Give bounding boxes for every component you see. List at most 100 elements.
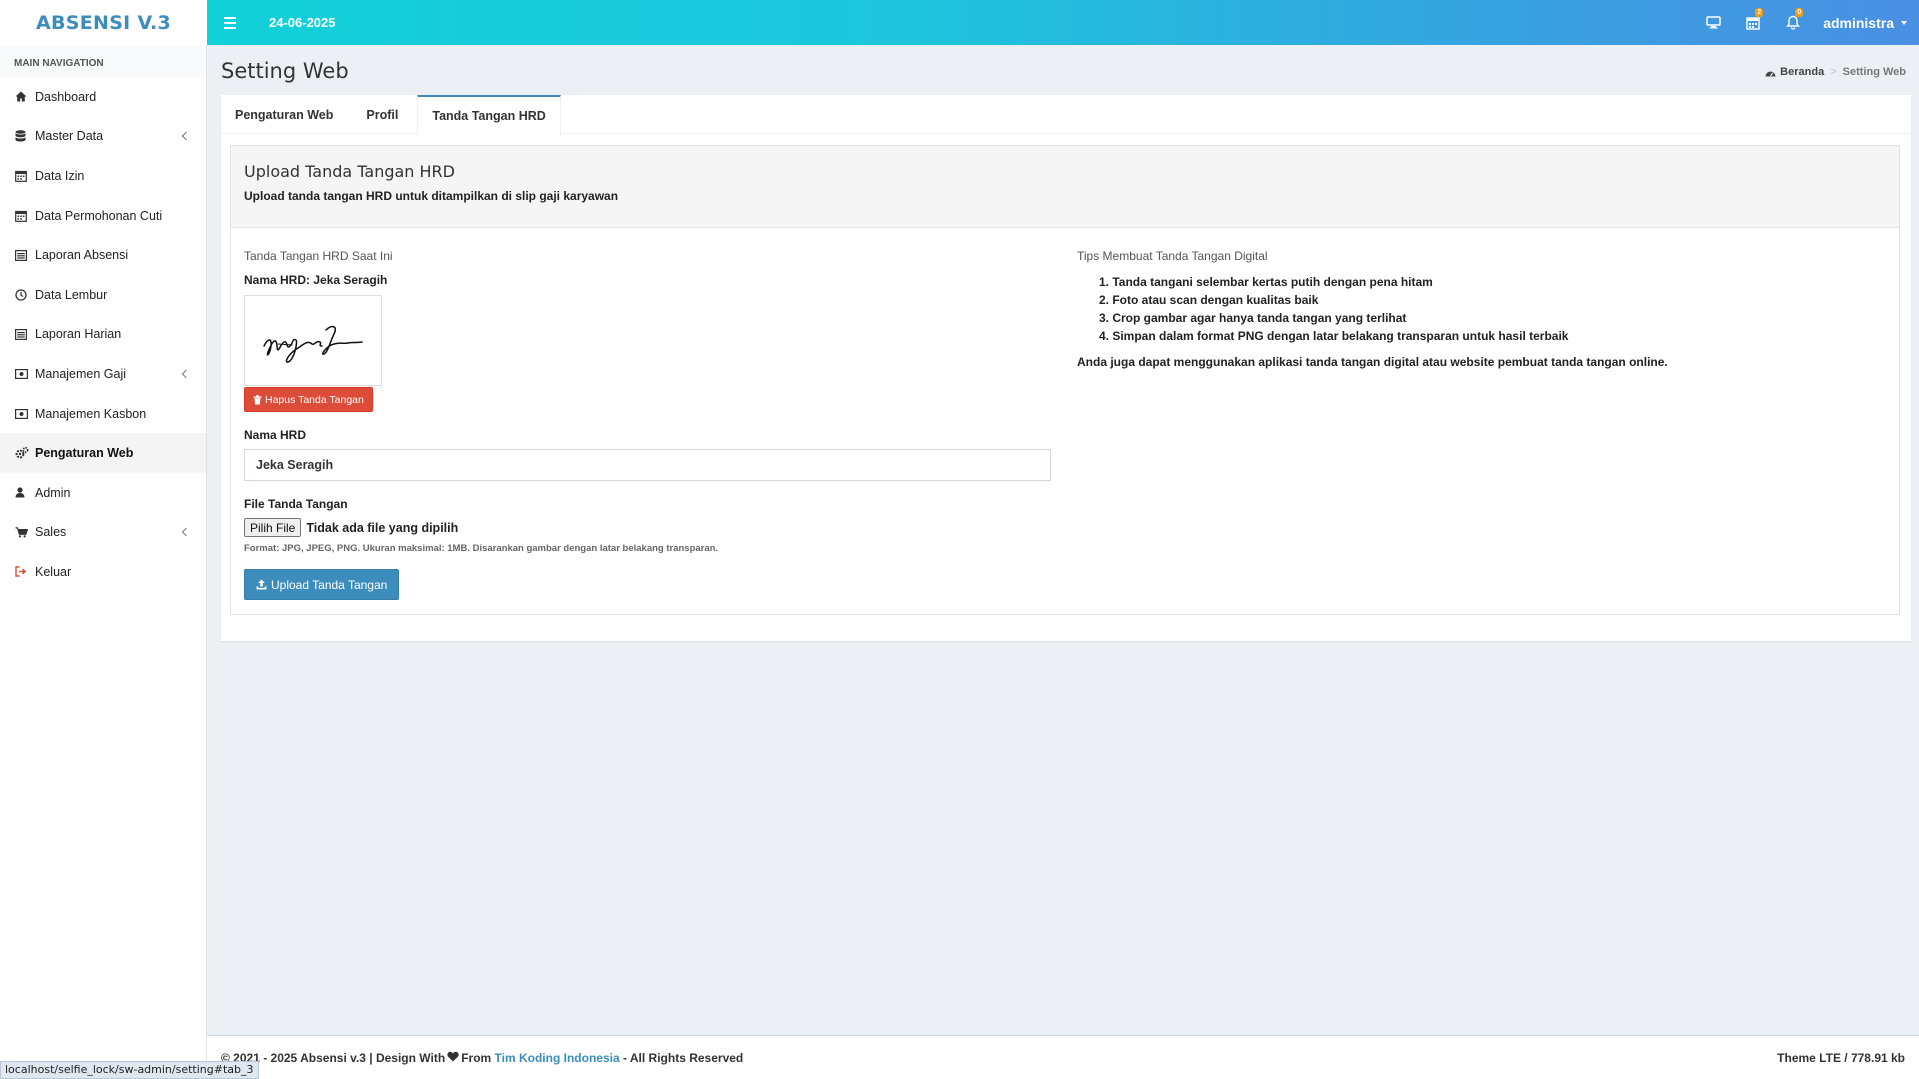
user-icon [15,487,35,498]
sidebar-item-label: Laporan Absensi [35,248,129,263]
breadcrumb-home-label: Beranda [1780,66,1825,78]
breadcrumb-separator: > [1830,66,1837,78]
sidebar: MAIN NAVIGATION Dashboard Master Data Da… [0,45,207,1079]
sidebar-toggle-icon[interactable] [211,0,249,45]
tips-title: Tips Membuat Tanda Tangan Digital [1077,249,1268,263]
footer-link[interactable]: Tim Koding Indonesia [495,1051,620,1065]
sidebar-item-admin[interactable]: Admin [0,473,206,513]
sidebar-item-keluar[interactable]: Keluar [0,552,206,592]
signature-form: Tanda Tangan HRD Saat Ini Nama HRD: Jeka… [244,249,1052,600]
list-item: 1. Tanda tangani selembar kertas putih d… [1099,275,1433,289]
caret-down-icon [1901,20,1907,25]
dashboard-icon [1765,71,1776,76]
clock-icon [15,289,35,301]
sidebar-item-data-izin[interactable]: Data Izin [0,156,206,196]
user-menu[interactable]: administra [1813,15,1919,31]
sidebar-item-data-permohonan-cuti[interactable]: Data Permohonan Cuti [0,196,206,236]
upload-signature-button[interactable]: Upload Tanda Tangan [244,569,400,600]
sidebar-item-label: Keluar [35,564,72,579]
signature-tips: Tips Membuat Tanda Tangan Digital 1. Tan… [1077,249,1877,369]
sidebar-item-data-lembur[interactable]: Data Lembur [0,275,206,315]
tab-pengaturan-web[interactable]: Pengaturan Web [221,95,347,134]
browser-status-url: localhost/selfie_lock/sw-admin/setting#t… [0,1061,259,1079]
hrd-name-field-label: Nama HRD [244,428,307,442]
sidebar-item-label: Sales [35,525,67,540]
sidebar-item-pengaturan-web[interactable]: Pengaturan Web [0,433,206,473]
logo-text: ABSENSI V.3 [35,11,172,34]
list-alt-icon [15,249,35,261]
list-item: 4. Simpan dalam format PNG dengan latar … [1099,329,1569,343]
sidebar-item-dashboard[interactable]: Dashboard [0,77,206,117]
upload-signature-label: Upload Tanda Tangan [271,577,388,592]
tab-tanda-tangan-hrd[interactable]: Tanda Tangan HRD [417,95,561,135]
file-field-label: File Tanda Tangan [244,497,348,511]
calendar-icon [15,210,35,222]
file-input: Pilih File Tidak ada file yang dipilih [244,518,1052,537]
bell-icon[interactable]: 0 [1773,0,1813,45]
list-alt-icon [15,328,35,340]
desktop-icon[interactable] [1693,0,1733,45]
cogs-icon [15,447,35,459]
sidebar-item-label: Data Lembur [35,287,108,302]
sidebar-item-laporan-absensi[interactable]: Laporan Absensi [0,235,206,275]
sidebar-item-sales[interactable]: Sales [0,513,206,553]
home-icon [15,91,35,102]
sidebar-item-manajemen-gaji[interactable]: Manajemen Gaji [0,354,206,394]
choose-file-button[interactable]: Pilih File [244,518,302,537]
sidebar-item-label: Admin [35,485,71,500]
calendar-icon[interactable]: 2 [1733,0,1773,45]
trash-icon [253,394,262,404]
chevron-left-icon [181,132,191,141]
database-icon [15,130,35,142]
chevron-left-icon [181,528,191,537]
content-wrapper: Setting Web Beranda > Setting Web Pengat… [207,45,1919,1079]
hrd-name-input[interactable] [244,449,1051,481]
upload-icon [256,579,267,590]
money-icon [15,368,35,379]
delete-signature-label: Hapus Tanda Tangan [265,393,364,406]
box-header: Upload Tanda Tangan HRD Upload tanda tan… [231,146,1899,228]
footer-theme-info: Theme LTE / 778.91 kb [1777,1050,1905,1065]
heart-icon [447,1051,459,1065]
sidebar-item-label: Master Data [35,129,104,144]
current-date: 24-06-2025 [269,15,336,30]
hrd-name-line: Nama HRD: Jeka Seragih [244,273,388,287]
sidebar-item-manajemen-kasbon[interactable]: Manajemen Kasbon [0,394,206,434]
sidebar-item-master-data[interactable]: Master Data [0,117,206,157]
box-title: Upload Tanda Tangan HRD [244,162,455,181]
settings-panel: Pengaturan Web Profil Tanda Tangan HRD U… [221,95,1911,641]
sidebar-item-label: Manajemen Gaji [35,366,127,381]
cart-icon [15,527,35,538]
app-logo[interactable]: ABSENSI V.3 [0,0,207,45]
footer-from: From [461,1050,492,1065]
file-help-text: Format: JPG, JPEG, PNG. Ukuran maksimal:… [244,543,719,554]
bell-badge: 0 [1795,8,1804,17]
breadcrumb-current: Setting Web [1842,66,1906,78]
calendar-icon [15,170,35,182]
user-name: administra [1823,14,1894,31]
tips-list: 1. Tanda tangani selembar kertas putih d… [1077,273,1877,345]
sidebar-item-label: Manajemen Kasbon [35,406,147,421]
list-item: 2. Foto atau scan dengan kualitas baik [1099,293,1319,307]
sign-out-icon [15,566,35,578]
signature-upload-box: Upload Tanda Tangan HRD Upload tanda tan… [230,145,1900,615]
footer: © 2021 - 2025 Absensi v.3 | Design With … [207,1035,1919,1079]
signature-preview [244,295,382,386]
chevron-left-icon [181,369,191,379]
tab-profil[interactable]: Profil [352,95,412,134]
breadcrumb-home[interactable]: Beranda [1765,66,1824,78]
breadcrumb: Beranda > Setting Web [1765,66,1906,78]
sidebar-item-laporan-harian[interactable]: Laporan Harian [0,315,206,355]
current-signature-label: Tanda Tangan HRD Saat Ini [244,249,393,263]
footer-rights: - All Rights Reserved [623,1050,744,1065]
calendar-badge: 2 [1755,8,1764,17]
sidebar-item-label: Dashboard [35,89,97,104]
page-title: Setting Web [221,59,349,83]
file-status: Tidak ada file yang dipilih [306,520,459,535]
sidebar-item-label: Data Izin [35,168,85,183]
box-subtitle: Upload tanda tangan HRD untuk ditampilka… [244,189,619,203]
list-item: 3. Crop gambar agar hanya tanda tangan y… [1099,311,1407,325]
top-navbar: 24-06-2025 2 0 administra [207,0,1919,45]
tab-bar: Pengaturan Web Profil Tanda Tangan HRD [221,95,1911,135]
delete-signature-button[interactable]: Hapus Tanda Tangan [244,387,373,412]
